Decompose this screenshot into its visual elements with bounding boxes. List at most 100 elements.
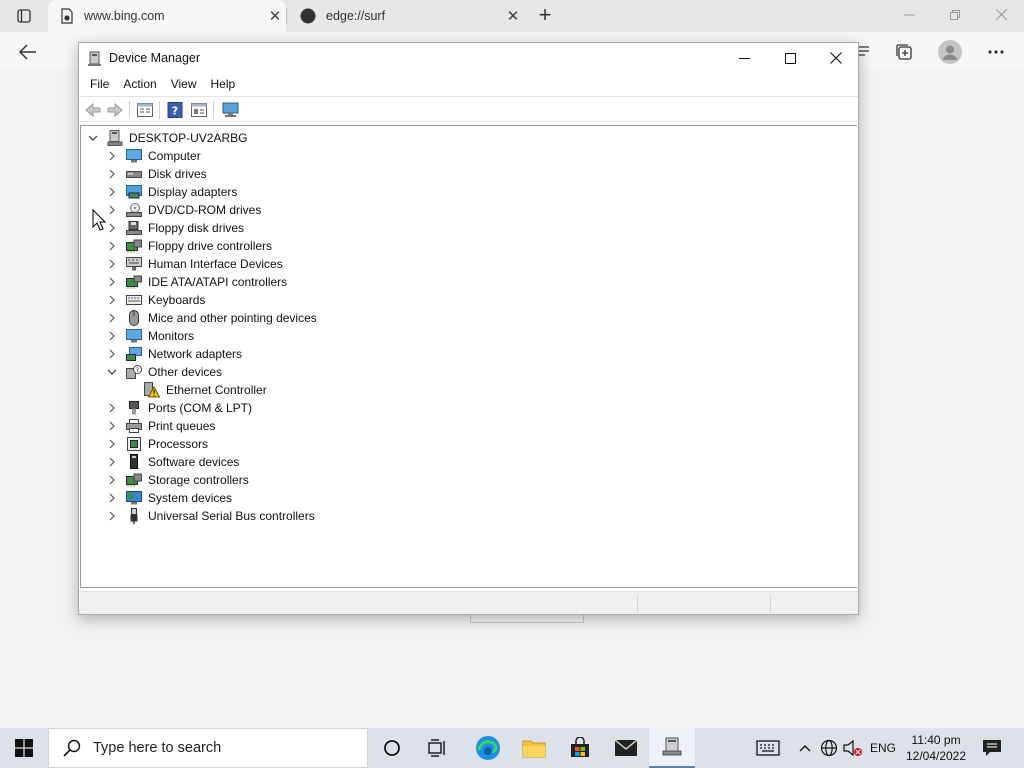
chevron-right-icon[interactable] [108, 313, 116, 323]
expander[interactable] [106, 456, 118, 468]
chevron-right-icon[interactable] [108, 205, 116, 215]
expander[interactable] [106, 312, 118, 324]
chevron-down-icon[interactable] [107, 368, 117, 376]
chevron-right-icon[interactable] [108, 151, 116, 161]
chevron-right-icon[interactable] [108, 223, 116, 233]
scan-hardware-button[interactable] [221, 100, 241, 120]
browser-close-button[interactable] [978, 4, 1024, 28]
tree-category[interactable]: Human Interface Devices [106, 255, 283, 273]
chevron-right-icon[interactable] [108, 331, 116, 341]
expander[interactable] [106, 168, 118, 180]
tree-category[interactable]: Mice and other pointing devices [106, 309, 317, 327]
tree-category[interactable]: Monitors [106, 327, 194, 345]
help-button[interactable]: ? [165, 100, 185, 120]
expander[interactable] [106, 150, 118, 162]
chevron-right-icon[interactable] [108, 421, 116, 431]
expander[interactable] [106, 186, 118, 198]
store-button[interactable] [557, 728, 603, 768]
chevron-right-icon[interactable] [108, 439, 116, 449]
task-view-button[interactable] [415, 728, 461, 768]
action-view-button[interactable] [189, 100, 209, 120]
menu-help[interactable]: Help [204, 73, 243, 95]
chevron-right-icon[interactable] [108, 241, 116, 251]
expander[interactable] [106, 420, 118, 432]
device-manager-taskbar-button[interactable] [649, 728, 695, 768]
tree-category[interactable]: DVD/CD-ROM drives [106, 201, 261, 219]
browser-restore-button[interactable] [932, 4, 978, 28]
tree-category[interactable]: Floppy disk drives [106, 219, 244, 237]
expander[interactable] [106, 366, 118, 378]
tree-category[interactable]: Processors [106, 435, 208, 453]
menu-action[interactable]: Action [116, 73, 163, 95]
chevron-right-icon[interactable] [108, 457, 116, 467]
close-tab-button[interactable]: ✕ [502, 7, 524, 25]
taskbar-search[interactable]: Type here to search [48, 728, 368, 768]
network-tray-button[interactable] [818, 728, 840, 768]
chevron-right-icon[interactable] [108, 475, 116, 485]
edge-taskbar-button[interactable] [465, 728, 511, 768]
volume-tray-button[interactable] [842, 728, 864, 768]
tree-category[interactable]: Network adapters [106, 345, 242, 363]
tree-category[interactable]: Print queues [106, 417, 215, 435]
dm-maximize-button[interactable] [767, 43, 813, 73]
profile-button[interactable] [936, 40, 964, 64]
dm-minimize-button[interactable] [721, 43, 767, 73]
expander[interactable] [106, 348, 118, 360]
clock[interactable]: 11:40 pm 12/04/2022 [900, 732, 972, 764]
chevron-right-icon[interactable] [108, 403, 116, 413]
tree-category[interactable]: Computer [106, 147, 201, 165]
expander[interactable] [106, 276, 118, 288]
menu-file[interactable]: File [83, 73, 116, 95]
tree-category[interactable]: ? Other devices [106, 363, 222, 381]
tree-category[interactable]: Storage controllers [106, 471, 249, 489]
settings-more-button[interactable] [982, 40, 1010, 64]
show-hidden-icons-button[interactable] [794, 728, 816, 768]
tree-category[interactable]: Ports (COM & LPT) [106, 399, 252, 417]
chevron-right-icon[interactable] [108, 493, 116, 503]
forward-button[interactable] [105, 100, 125, 120]
tab-edge-surf[interactable]: edge://surf ✕ [288, 0, 524, 32]
tree-category[interactable]: System devices [106, 489, 232, 507]
tab-bing[interactable]: www.bing.com ✕ [48, 0, 286, 32]
file-explorer-button[interactable] [511, 728, 557, 768]
tree-root-computer[interactable]: DESKTOP-UV2ARBG [87, 129, 247, 147]
tree-category[interactable]: IDE ATA/ATAPI controllers [106, 273, 287, 291]
dm-close-button[interactable] [813, 43, 859, 73]
chevron-right-icon[interactable] [108, 187, 116, 197]
chevron-right-icon[interactable] [108, 277, 116, 287]
chevron-right-icon[interactable] [108, 259, 116, 269]
chevron-right-icon[interactable] [108, 295, 116, 305]
tree-category[interactable]: Universal Serial Bus controllers [106, 507, 315, 525]
expander[interactable] [106, 330, 118, 342]
browser-minimize-button[interactable] [886, 4, 932, 28]
expander[interactable] [106, 204, 118, 216]
expander[interactable] [106, 222, 118, 234]
expander[interactable] [106, 474, 118, 486]
back-button[interactable] [83, 100, 103, 120]
start-button[interactable] [0, 728, 48, 768]
tab-actions-button[interactable] [10, 6, 38, 26]
expander[interactable] [87, 132, 99, 144]
chevron-right-icon[interactable] [108, 349, 116, 359]
tree-category[interactable]: Display adapters [106, 183, 237, 201]
mail-button[interactable] [603, 728, 649, 768]
dm-titlebar[interactable]: Device Manager [79, 43, 858, 73]
expander[interactable] [106, 240, 118, 252]
tree-device[interactable]: Ethernet Controller [144, 381, 267, 399]
chevron-down-icon[interactable] [88, 134, 98, 142]
notifications-button[interactable] [980, 736, 1004, 760]
menu-view[interactable]: View [164, 73, 204, 95]
new-tab-button[interactable]: + [534, 4, 556, 28]
keyboard-tray-button[interactable] [748, 728, 788, 768]
language-indicator[interactable]: ENG [870, 741, 896, 755]
expander[interactable] [106, 438, 118, 450]
chevron-right-icon[interactable] [108, 511, 116, 521]
expander[interactable] [106, 492, 118, 504]
chevron-right-icon[interactable] [108, 169, 116, 179]
properties-view-button[interactable] [135, 100, 155, 120]
back-button[interactable] [14, 40, 42, 64]
close-tab-button[interactable]: ✕ [264, 7, 286, 25]
tree-category[interactable]: Disk drives [106, 165, 207, 183]
expander[interactable] [106, 294, 118, 306]
expander[interactable] [106, 258, 118, 270]
